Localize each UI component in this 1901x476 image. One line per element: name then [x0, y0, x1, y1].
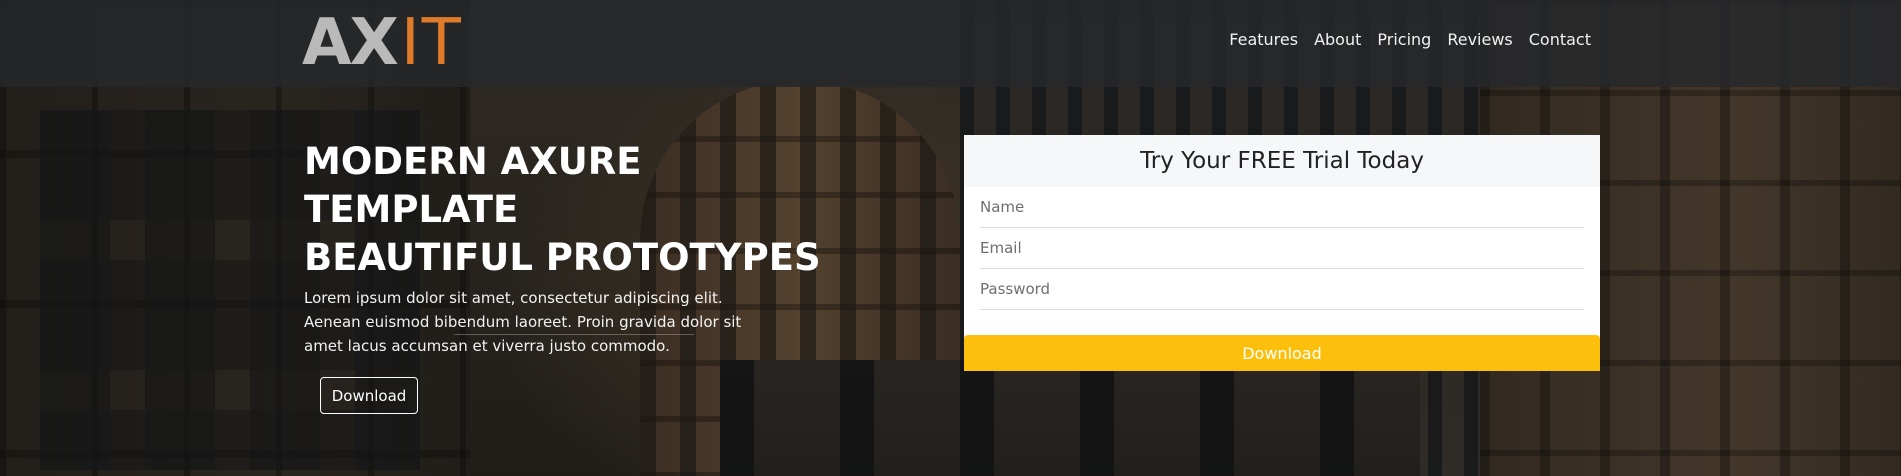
logo-text-ax: AX — [302, 6, 399, 80]
nav-link-about[interactable]: About — [1314, 30, 1361, 49]
name-input[interactable] — [980, 198, 1584, 216]
nav-link-contact[interactable]: Contact — [1529, 30, 1591, 49]
hero-copy: MODERN AXURE TEMPLATE BEAUTIFUL PROTOTYP… — [304, 138, 864, 358]
hero-description: Lorem ipsum dolor sit amet, consectetur … — [304, 289, 742, 355]
top-navbar: AX IT Features About Pricing Reviews Con… — [0, 0, 1901, 87]
hero-download-button[interactable]: Download — [320, 377, 418, 414]
nav-link-pricing[interactable]: Pricing — [1377, 30, 1431, 49]
hero-title-line-2: BEAUTIFUL PROTOTYPES — [304, 236, 821, 279]
nav-link-features[interactable]: Features — [1229, 30, 1298, 49]
trial-signup-form: Try Your FREE Trial Today Download — [964, 135, 1600, 371]
trial-download-button[interactable]: Download — [964, 335, 1600, 371]
nav-link-reviews[interactable]: Reviews — [1447, 30, 1512, 49]
main-nav: Features About Pricing Reviews Contact — [1229, 30, 1591, 49]
password-input[interactable] — [980, 280, 1584, 298]
brand-logo[interactable]: AX IT — [302, 6, 463, 80]
hero-title-line-1: MODERN AXURE TEMPLATE — [304, 140, 642, 231]
password-field-row — [980, 269, 1584, 310]
logo-text-it: IT — [400, 6, 463, 80]
email-field-row — [980, 228, 1584, 269]
email-input[interactable] — [980, 239, 1584, 257]
hero-title: MODERN AXURE TEMPLATE BEAUTIFUL PROTOTYP… — [304, 138, 864, 282]
hero-divider — [454, 334, 694, 335]
trial-form-heading: Try Your FREE Trial Today — [964, 135, 1600, 187]
name-field-row — [980, 187, 1584, 228]
